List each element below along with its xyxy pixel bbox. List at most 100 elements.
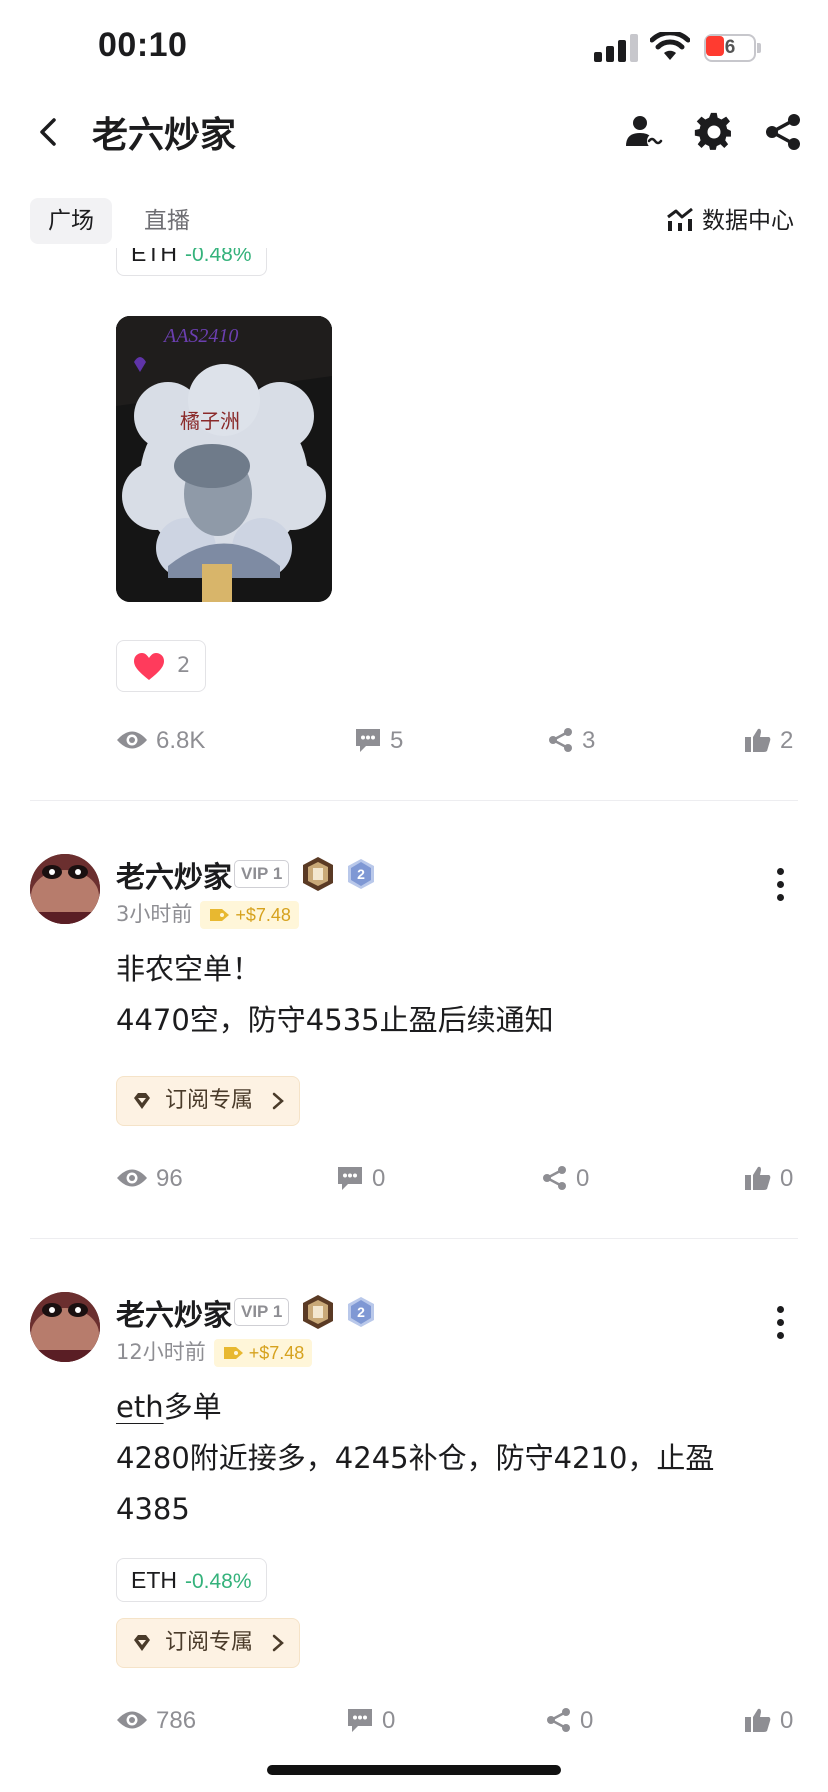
comments-count: 5 [390,727,404,754]
post-line: 4470空，防守4535止盈后续通知 [116,1003,554,1037]
thumbs-up-icon [745,1708,771,1732]
cellular-signal-icon [594,34,638,62]
share-icon[interactable] [762,110,806,154]
vip-badge: VIP 1 [234,1298,290,1326]
shares-count: 0 [576,1165,590,1192]
data-center-label: 数据中心 [702,208,794,234]
likes-count: 0 [780,1707,794,1734]
post-meta: 12小时前 +$7.48 [116,1336,313,1367]
user-icon[interactable] [622,110,666,154]
shares-count: 3 [582,727,596,754]
comment-icon [338,1166,362,1190]
comments-stat[interactable]: 0 [346,1704,395,1738]
post-stats: 96 0 0 0 [116,1162,796,1196]
data-center-link[interactable]: 数据中心 [666,198,794,244]
comments-stat[interactable]: 0 [336,1162,385,1196]
likes-stat[interactable]: 2 [744,724,793,758]
avatar[interactable] [30,854,100,924]
subscribe-label: 订阅专属 [165,1630,254,1655]
tag-icon [223,1346,243,1359]
diamond-icon [134,1635,150,1651]
views-count: 96 [156,1165,183,1192]
likes-stat[interactable]: 0 [744,1704,793,1738]
wifi-icon [650,32,690,60]
avatar[interactable] [30,1292,100,1362]
shares-stat[interactable]: 0 [546,1704,593,1738]
views-stat: 6.8K [116,724,205,758]
divider [30,1238,798,1239]
author-name[interactable]: 老六炒家 [116,854,232,896]
comments-stat[interactable]: 5 [354,724,403,758]
pnl-value: +$7.48 [248,1343,305,1363]
diamond-icon [134,1093,150,1109]
tabs-bar: 广场 直播 数据中心 [0,196,828,248]
image-caption: 橘子洲 [180,409,240,433]
views-stat: 786 [116,1704,196,1738]
divider [30,800,798,801]
views-stat: 96 [116,1162,183,1196]
ticker-change: -0.48% [185,1570,252,1593]
post-line-text: 多单 [163,1390,222,1424]
post-header: 老六炒家 VIP 1 2 12小时前 +$7.48 [0,1292,828,1372]
shares-count: 0 [580,1707,594,1734]
post-stats: 6.8K 5 3 2 [116,724,796,758]
level-number: 2 [357,866,365,882]
vip-badge: VIP 1 [234,860,290,888]
comment-icon [348,1708,372,1732]
ticker-symbol: ETH [131,1567,177,1593]
level-badge-icon: 2 [348,1297,374,1327]
post-meta: 3小时前 +$7.48 [116,898,299,929]
post-line: 4280附近接多，4245补仓，防守4210，止盈 [116,1441,715,1475]
likes-stat[interactable]: 0 [744,1162,793,1196]
tab-square[interactable]: 广场 [30,198,112,244]
thumbs-up-icon [745,728,771,752]
post-header: 老六炒家 VIP 1 2 3小时前 +$7.48 [0,854,828,934]
home-indicator[interactable] [267,1765,561,1775]
eye-icon [117,1711,147,1729]
views-count: 6.8K [156,727,206,754]
comment-icon [356,728,380,752]
eye-icon [117,1169,147,1187]
subscribe-exclusive-button[interactable]: 订阅专属 [116,1076,300,1126]
rank-badge-icon [303,1295,333,1329]
eye-icon [117,731,147,749]
likes-count: 2 [780,727,794,754]
author-name[interactable]: 老六炒家 [116,1292,232,1334]
ticker-chip[interactable]: ETH -0.48% [116,1558,267,1602]
tag-icon [210,908,230,921]
back-icon[interactable] [30,110,70,154]
post-body: 非农空单！ 4470空，防守4535止盈后续通知 [116,944,776,1046]
level-number: 2 [357,1304,365,1320]
post-time: 12小时前 [116,1340,206,1364]
post-hashtag[interactable]: eth [116,1390,164,1424]
share-icon [549,727,572,752]
heart-icon [134,653,164,680]
tab-live[interactable]: 直播 [126,198,208,244]
reaction-button[interactable]: 2 [116,640,206,692]
more-options-button[interactable] [774,868,786,908]
battery-level: 6 [724,37,736,58]
comments-count: 0 [372,1165,386,1192]
thumbs-up-icon [745,1166,771,1190]
chart-icon [667,207,693,231]
comments-count: 0 [382,1707,396,1734]
shares-stat[interactable]: 0 [542,1162,589,1196]
pnl-value: +$7.48 [235,905,291,925]
views-count: 786 [156,1707,197,1734]
pnl-badge: +$7.48 [200,901,299,929]
shares-stat[interactable]: 3 [548,724,595,758]
rank-badge-icon [303,857,333,891]
page-title: 老六炒家 [92,115,237,156]
likes-count: 0 [780,1165,794,1192]
post-image[interactable]: AAS2410 橘子洲 [116,316,332,602]
chevron-right-icon [272,1634,284,1652]
pnl-badge: +$7.48 [213,1339,313,1367]
post-line: 非农空单！ [116,952,262,986]
subscribe-exclusive-button[interactable]: 订阅专属 [116,1618,300,1668]
chevron-right-icon [272,1092,284,1110]
top-nav: 老六炒家 [0,96,828,170]
level-badge-icon: 2 [348,859,374,889]
gear-icon[interactable] [692,110,736,154]
more-options-button[interactable] [774,1306,786,1346]
post-line: eth多单 [116,1382,776,1433]
